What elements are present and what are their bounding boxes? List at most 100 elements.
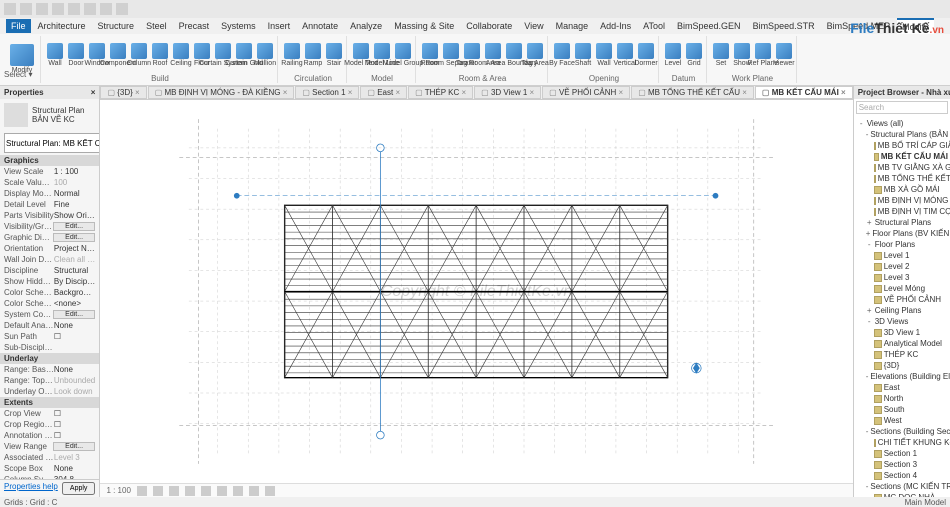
- browser-node[interactable]: Section 3: [856, 459, 948, 470]
- prop-row[interactable]: Annotation Crop☐: [0, 430, 99, 441]
- prop-row[interactable]: Associated LevelLevel 3: [0, 452, 99, 463]
- view-tab[interactable]: ▢ 3D View 1 ×: [474, 86, 541, 99]
- ribbon-dormer-button[interactable]: Dormer: [637, 40, 655, 70]
- browser-search-input[interactable]: Search: [856, 101, 948, 114]
- menu-tab-manage[interactable]: Manage: [551, 19, 594, 33]
- scale-label[interactable]: 1 : 100: [106, 486, 130, 495]
- browser-node[interactable]: Level Móng: [856, 283, 948, 294]
- browser-node[interactable]: North: [856, 393, 948, 404]
- view-tab[interactable]: ▢ MB KẾT CẤU MÁI ×: [755, 86, 853, 99]
- prop-row[interactable]: Range: Top LevelUnbounded: [0, 375, 99, 386]
- browser-node[interactable]: MB TV GIẰNG XÀ GỒ: [856, 162, 948, 173]
- browser-node[interactable]: MB ĐỊNH VỊ TIM CỌC: [856, 206, 948, 217]
- prop-row[interactable]: Crop View☐: [0, 408, 99, 419]
- prop-row[interactable]: Detail LevelFine: [0, 199, 99, 210]
- browser-node[interactable]: VẼ PHỐI CẢNH: [856, 294, 948, 305]
- prop-row[interactable]: Sun Path☐: [0, 331, 99, 342]
- prop-row[interactable]: Scope BoxNone: [0, 463, 99, 474]
- browser-node[interactable]: MB TỔNG THỂ KẾT CẤU: [856, 173, 948, 184]
- ribbon-model-group-button[interactable]: Model Group: [394, 40, 412, 70]
- prop-row[interactable]: View RangeEdit...: [0, 441, 99, 452]
- browser-node[interactable]: Section 4: [856, 470, 948, 481]
- menu-tab-atool[interactable]: ATool: [638, 19, 670, 33]
- ribbon-column-button[interactable]: Column: [130, 40, 148, 70]
- view-tab[interactable]: ▢ East ×: [360, 86, 407, 99]
- browser-node[interactable]: MB ĐỊNH VỊ MÓNG - ĐÀ KIỀNG: [856, 195, 948, 206]
- ribbon-set-button[interactable]: Set: [712, 40, 730, 70]
- ribbon-curtain-grid-button[interactable]: Curtain Grid: [235, 40, 253, 70]
- close-icon[interactable]: ×: [91, 88, 96, 97]
- menu-tab-annotate[interactable]: Annotate: [297, 19, 343, 33]
- browser-node[interactable]: West: [856, 415, 948, 426]
- browser-node[interactable]: MB XÀ GỒ MÁI: [856, 184, 948, 195]
- view-tab[interactable]: ▢ MB TỔNG THỂ KẾT CẤU ×: [631, 86, 754, 99]
- ribbon-wall-button[interactable]: Wall: [595, 40, 613, 70]
- prop-row[interactable]: DisciplineStructural: [0, 265, 99, 276]
- menu-tab-analyze[interactable]: Analyze: [345, 19, 387, 33]
- browser-node[interactable]: Level 3: [856, 272, 948, 283]
- browser-node[interactable]: -Sections (Building Section): [856, 426, 948, 437]
- ribbon-mullion-button[interactable]: Mullion: [256, 40, 274, 70]
- browser-node[interactable]: Section 1: [856, 448, 948, 459]
- prop-row[interactable]: Parts VisibilityShow Original: [0, 210, 99, 221]
- view-control-bar[interactable]: 1 : 100: [100, 483, 852, 497]
- browser-node[interactable]: Level 2: [856, 261, 948, 272]
- menu-tab-add-ins[interactable]: Add-Ins: [595, 19, 636, 33]
- browser-node[interactable]: East: [856, 382, 948, 393]
- ribbon-ceiling-button[interactable]: Ceiling: [172, 40, 190, 70]
- browser-node[interactable]: South: [856, 404, 948, 415]
- prop-section-header[interactable]: Underlay: [0, 353, 99, 364]
- ribbon-component-button[interactable]: Component: [109, 40, 127, 70]
- menu-tab-view[interactable]: View: [519, 19, 548, 33]
- browser-node[interactable]: -Structural Plans (BẢN VẼ KC): [856, 129, 948, 140]
- ribbon-level-button[interactable]: Level: [664, 40, 682, 70]
- prop-row[interactable]: Sub-Discipline: [0, 342, 99, 353]
- ribbon-door-button[interactable]: Door: [67, 40, 85, 70]
- view-tab[interactable]: ▢ Section 1 ×: [295, 86, 359, 99]
- view-tab[interactable]: ▢ THÉP KC ×: [408, 86, 473, 99]
- menu-tab-bimspeed-gen[interactable]: BimSpeed.GEN: [672, 19, 746, 33]
- browser-node[interactable]: THÉP KC: [856, 349, 948, 360]
- prop-row[interactable]: System Color Sch...Edit...: [0, 309, 99, 320]
- view-tab[interactable]: ▢ MB ĐỊNH VỊ MÓNG - ĐÀ KIỀNG ×: [148, 86, 295, 99]
- prop-row[interactable]: Color Scheme<none>: [0, 298, 99, 309]
- properties-help-link[interactable]: Properties help: [4, 482, 58, 495]
- ribbon-vertical-button[interactable]: Vertical: [616, 40, 634, 70]
- prop-section-header[interactable]: Extents: [0, 397, 99, 408]
- browser-node[interactable]: 3D View 1: [856, 327, 948, 338]
- browser-node[interactable]: -3D Views: [856, 316, 948, 327]
- ribbon-roof-button[interactable]: Roof: [151, 40, 169, 70]
- prop-row[interactable]: Crop Region Visible☐: [0, 419, 99, 430]
- prop-row[interactable]: OrientationProject North: [0, 243, 99, 254]
- prop-row[interactable]: Scale Value 1:100: [0, 177, 99, 188]
- browser-node[interactable]: CHI TIẾT KHUNG K-1: [856, 437, 948, 448]
- browser-node[interactable]: -Sections (MC KIẾN TRÚC-BV): [856, 481, 948, 492]
- ribbon-railing-button[interactable]: Railing: [283, 40, 301, 70]
- menu-tab-massing-site[interactable]: Massing & Site: [389, 19, 459, 33]
- prop-row[interactable]: Wall Join DisplayClean all wall joins: [0, 254, 99, 265]
- prop-row[interactable]: Visibility/Graphic...Edit...: [0, 221, 99, 232]
- ribbon-grid-button[interactable]: Grid: [685, 40, 703, 70]
- menu-tab-systems[interactable]: Systems: [216, 19, 261, 33]
- browser-node[interactable]: +Structural Plans: [856, 217, 948, 228]
- ribbon-shaft-button[interactable]: Shaft: [574, 40, 592, 70]
- browser-node[interactable]: Analytical Model: [856, 338, 948, 349]
- menu-tab-precast[interactable]: Precast: [174, 19, 215, 33]
- browser-node[interactable]: MB BỐ TRÍ CÁP GIẰNG MÁI: [856, 140, 948, 151]
- prop-row[interactable]: Color Scheme Lo...Background: [0, 287, 99, 298]
- menu-tab-structure[interactable]: Structure: [93, 19, 140, 33]
- ribbon-wall-button[interactable]: Wall: [46, 40, 64, 70]
- ribbon-ref-plane-button[interactable]: Ref Plane: [754, 40, 772, 70]
- ribbon-by-face-button[interactable]: By Face: [553, 40, 571, 70]
- browser-node[interactable]: Level 1: [856, 250, 948, 261]
- browser-node[interactable]: +Ceiling Plans: [856, 305, 948, 316]
- ribbon-tag-area-button[interactable]: Tag Area: [526, 40, 544, 70]
- browser-node[interactable]: -Views (all): [856, 118, 948, 129]
- quick-access-toolbar[interactable]: [4, 3, 128, 15]
- view-tab[interactable]: ▢ VẼ PHỐI CẢNH ×: [542, 86, 630, 99]
- select-dropdown[interactable]: Select ▾: [4, 70, 32, 79]
- ribbon-viewer-button[interactable]: Viewer: [775, 40, 793, 70]
- menu-tab-bimspeed-str[interactable]: BimSpeed.STR: [748, 19, 820, 33]
- prop-row[interactable]: Range: Base LevelNone: [0, 364, 99, 375]
- prop-section-header[interactable]: Graphics: [0, 155, 99, 166]
